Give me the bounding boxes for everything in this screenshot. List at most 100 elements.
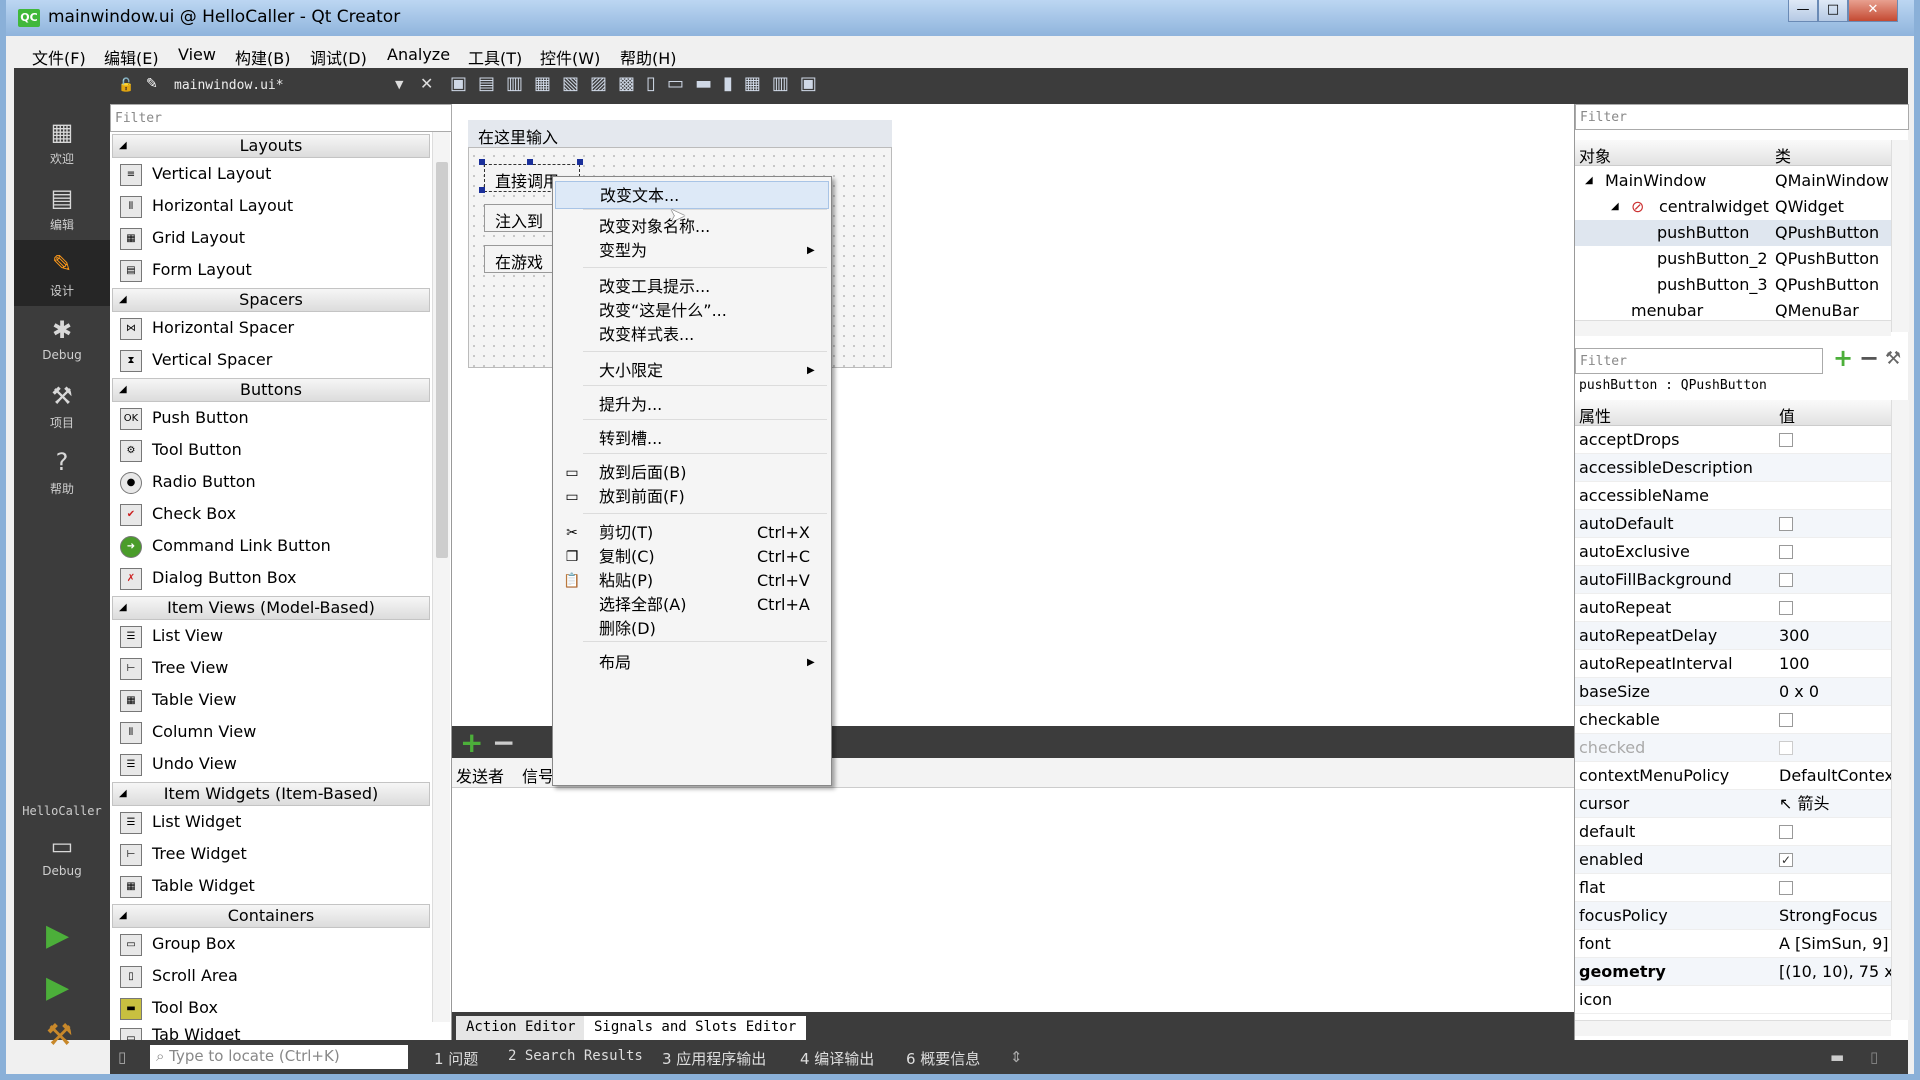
property-row-basesize[interactable]: baseSize 0 x 0 — [1575, 678, 1891, 706]
locator-input[interactable]: ⌕ Type to locate (Ctrl+K) — [150, 1045, 408, 1069]
widget-scroll-area[interactable]: ▯ Scroll Area — [116, 960, 426, 992]
category-buttons[interactable]: ◢ Buttons — [112, 378, 430, 402]
run-icon[interactable]: ▶ — [46, 918, 69, 953]
kit-selector[interactable]: ▭ Debug — [14, 822, 110, 888]
property-value[interactable]: 0 x 0 — [1779, 678, 1891, 706]
property-row-autoexclusive[interactable]: autoExclusive — [1575, 538, 1891, 566]
widget-column-view[interactable]: ⦀ Column View — [116, 716, 426, 748]
property-value[interactable]: A [SimSun, 9] — [1779, 930, 1891, 958]
column-value[interactable]: 值 — [1779, 403, 1795, 427]
property-value[interactable] — [1779, 510, 1891, 538]
tab-action-editor[interactable]: Action Editor — [456, 1016, 586, 1040]
property-row-enabled[interactable]: enabled ✓ — [1575, 846, 1891, 874]
property-value[interactable] — [1779, 594, 1891, 622]
form-push-button-3[interactable]: 在游戏中 — [484, 245, 556, 273]
property-row-contextmenupolicy[interactable]: contextMenuPolicy DefaultContex... — [1575, 762, 1891, 790]
widget-horizontal-layout[interactable]: ⦀ Horizontal Layout — [116, 190, 426, 222]
context-menu-item[interactable]: 改变样式表... — [555, 321, 829, 349]
widget-check-box[interactable]: ✔ Check Box — [116, 498, 426, 530]
object-row-pushbutton-3[interactable]: pushButton_3 QPushButton — [1575, 272, 1891, 298]
object-row-centralwidget[interactable]: ◢ ⊘ centralwidget QWidget — [1575, 194, 1891, 220]
property-value[interactable]: StrongFocus — [1779, 902, 1891, 930]
close-button[interactable]: ✕ — [1848, 0, 1898, 22]
object-row-menubar[interactable]: menubar QMenuBar — [1575, 298, 1891, 320]
category-item-widgets[interactable]: ◢ Item Widgets (Item-Based) — [112, 782, 430, 806]
selection-handle[interactable] — [527, 159, 533, 165]
widget-form-layout[interactable]: ▤ Form Layout — [116, 254, 426, 286]
add-icon[interactable]: + — [460, 726, 483, 759]
category-item-views[interactable]: ◢ Item Views (Model-Based) — [112, 596, 430, 620]
column-sender[interactable]: 发送者 — [456, 763, 504, 787]
mode-help[interactable]: ? 帮助 — [14, 438, 110, 504]
property-value[interactable] — [1779, 874, 1891, 902]
property-row-cursor[interactable]: cursor ↖ 箭头 — [1575, 790, 1891, 818]
mode-welcome[interactable]: ▦ 欢迎 — [14, 108, 110, 174]
property-row-focuspolicy[interactable]: focusPolicy StrongFocus — [1575, 902, 1891, 930]
object-row-pushbutton-2[interactable]: pushButton_2 QPushButton — [1575, 246, 1891, 272]
add-dynamic-property-icon[interactable]: + — [1833, 344, 1853, 372]
property-value[interactable]: ↖ 箭头 — [1779, 790, 1891, 818]
property-editor-scrollbar[interactable] — [1891, 400, 1909, 1020]
property-row-autofillbackground[interactable]: autoFillBackground — [1575, 566, 1891, 594]
checkbox[interactable] — [1779, 824, 1793, 839]
property-row-checkable[interactable]: checkable — [1575, 706, 1891, 734]
scrollbar-thumb[interactable] — [436, 162, 448, 558]
checkbox-checked[interactable]: ✓ — [1779, 852, 1793, 867]
property-row-default[interactable]: default — [1575, 818, 1891, 846]
property-value[interactable] — [1779, 734, 1891, 762]
property-value[interactable]: 300 — [1779, 622, 1891, 650]
checkbox[interactable] — [1779, 516, 1793, 531]
property-row-acceptdrops[interactable]: acceptDrops — [1575, 426, 1891, 454]
widget-box-scrollbar[interactable] — [432, 132, 450, 1022]
selection-handle[interactable] — [479, 187, 485, 193]
pane-search-results[interactable]: 2 Search Results — [508, 1048, 643, 1064]
menu-build[interactable]: 构建(B) — [235, 45, 290, 69]
toggle-sidebar-icon[interactable]: ▯ — [118, 1048, 126, 1066]
progress-details-icon[interactable]: ▬ — [1830, 1048, 1844, 1066]
property-row-geometry[interactable]: geometry [(10, 10), 75 x ... — [1575, 958, 1891, 986]
object-row-mainwindow[interactable]: ◢ MainWindow QMainWindow — [1575, 168, 1891, 194]
widget-tree-view[interactable]: ⊢ Tree View — [116, 652, 426, 684]
property-value[interactable] — [1779, 566, 1891, 594]
minimize-button[interactable]: — — [1788, 0, 1818, 22]
object-inspector-hscrollbar[interactable] — [1575, 320, 1891, 336]
mode-projects[interactable]: ⚒ 项目 — [14, 372, 110, 438]
remove-icon[interactable]: − — [492, 726, 515, 759]
close-document-icon[interactable]: ✕ — [420, 74, 433, 93]
pane-general-messages[interactable]: 6 概要信息 — [906, 1048, 980, 1069]
configure-wrench-icon[interactable]: ⚒ — [1885, 348, 1901, 369]
menu-tools[interactable]: 工具(T) — [468, 45, 522, 69]
widget-push-button[interactable]: OK Push Button — [116, 402, 426, 434]
context-menu-item[interactable]: ▭ 放到前面(F) — [555, 483, 829, 511]
checkbox[interactable] — [1779, 712, 1793, 727]
object-row-pushbutton[interactable]: pushButton QPushButton — [1575, 220, 1891, 246]
widget-tab-widget[interactable]: ▭ Tab Widget — [116, 1022, 426, 1040]
build-hammer-icon[interactable]: ⚒ — [46, 1018, 73, 1053]
category-layouts[interactable]: ◢ Layouts — [112, 134, 430, 158]
maximize-button[interactable]: □ — [1818, 0, 1848, 22]
widget-vertical-spacer[interactable]: ⧗ Vertical Spacer — [116, 344, 426, 376]
widget-dialog-button-box[interactable]: ✗ Dialog Button Box — [116, 562, 426, 594]
widget-tree-widget[interactable]: ⊢ Tree Widget — [116, 838, 426, 870]
widget-list-view[interactable]: ☰ List View — [116, 620, 426, 652]
toggle-right-sidebar-icon[interactable]: ▯ — [1870, 1048, 1878, 1066]
property-row-flat[interactable]: flat — [1575, 874, 1891, 902]
widget-list-widget[interactable]: ☰ List Widget — [116, 806, 426, 838]
pane-issues[interactable]: 1 问题 — [434, 1048, 478, 1069]
property-row-accessiblename[interactable]: accessibleName — [1575, 482, 1891, 510]
checkbox[interactable] — [1779, 880, 1793, 895]
context-menu-item[interactable]: 改变文本... — [555, 181, 829, 209]
object-filter-input[interactable]: Filter — [1575, 104, 1909, 130]
property-value[interactable] — [1779, 818, 1891, 846]
menu-edit[interactable]: 编辑(E) — [104, 45, 159, 69]
chevron-down-icon[interactable]: ▼ — [395, 78, 403, 91]
column-class[interactable]: 类 — [1775, 143, 1791, 167]
category-containers[interactable]: ◢ Containers — [112, 904, 430, 928]
property-value[interactable] — [1779, 426, 1891, 454]
property-row-autorepeatinterval[interactable]: autoRepeatInterval 100 — [1575, 650, 1891, 678]
widget-tool-box[interactable]: ▬ Tool Box — [116, 992, 426, 1024]
form-push-button-2[interactable]: 注入到游 — [484, 204, 556, 232]
widget-command-link-button[interactable]: ➜ Command Link Button — [116, 530, 426, 562]
widget-undo-view[interactable]: ☰ Undo View — [116, 748, 426, 780]
menu-controls[interactable]: 控件(W) — [540, 45, 600, 69]
